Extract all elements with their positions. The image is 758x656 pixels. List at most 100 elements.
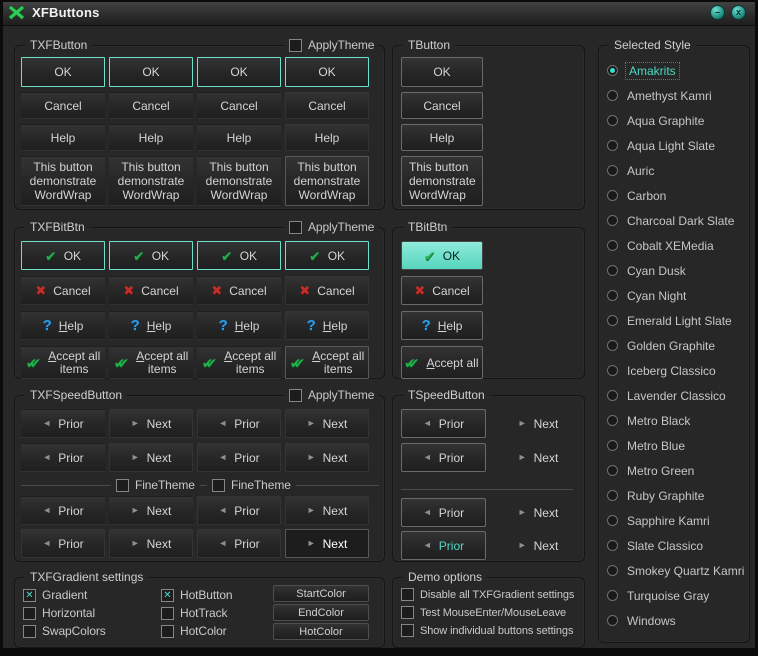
prior-speedbutton[interactable]: ◄Prior (197, 496, 281, 525)
cancel-button[interactable]: Cancel (401, 92, 483, 119)
minimize-button[interactable]: – (710, 5, 725, 20)
style-option[interactable]: Golden Graphite (599, 333, 749, 358)
ok-button[interactable]: OK (401, 57, 483, 87)
gradient-checkbox[interactable]: SwapColors (23, 624, 106, 638)
next-speedbutton[interactable]: ►Next (498, 498, 578, 527)
style-option[interactable]: Aqua Light Slate (599, 133, 749, 158)
cancel-button[interactable]: Cancel (285, 92, 369, 119)
style-option[interactable]: Ruby Graphite (599, 483, 749, 508)
style-option[interactable]: Windows (599, 608, 749, 633)
next-speedbutton[interactable]: ►Next (109, 443, 193, 472)
ok-bitbtn[interactable]: ✔OK (197, 241, 281, 270)
color-button[interactable]: EndColor (273, 604, 369, 621)
ok-bitbtn[interactable]: ✔OK (109, 241, 193, 270)
style-option[interactable]: Turquoise Gray (599, 583, 749, 608)
help-bitbtn[interactable]: ?Help (21, 311, 105, 340)
gradient-checkbox[interactable]: HotTrack (161, 606, 232, 620)
cancel-button[interactable]: Cancel (21, 92, 105, 119)
prior-speedbutton[interactable]: ◄Prior (197, 529, 281, 558)
wordwrap-button[interactable]: This button demonstrate WordWrap (285, 156, 369, 206)
prior-speedbutton[interactable]: ◄Prior (21, 443, 105, 472)
gradient-checkbox[interactable]: HotButton (161, 588, 232, 602)
cancel-bitbtn[interactable]: ✖Cancel (109, 276, 193, 305)
demo-checkbox[interactable]: Disable all TXFGradient settings (401, 588, 574, 601)
cancel-button[interactable]: Cancel (109, 92, 193, 119)
style-option[interactable]: Smokey Quartz Kamri (599, 558, 749, 583)
style-option[interactable]: Metro Blue (599, 433, 749, 458)
wordwrap-button[interactable]: This button demonstrate WordWrap (197, 156, 281, 206)
cancel-bitbtn[interactable]: ✖Cancel (197, 276, 281, 305)
style-option[interactable]: Metro Black (599, 408, 749, 433)
style-option[interactable]: Slate Classico (599, 533, 749, 558)
demo-checkbox[interactable]: Test MouseEnter/MouseLeave (401, 606, 574, 619)
finetheme-checkbox[interactable]: FineTheme (207, 478, 296, 492)
ok-button[interactable]: OK (285, 57, 369, 87)
title-bar[interactable]: XFButtons – x (0, 0, 758, 26)
prior-speedbutton[interactable]: ◄Prior (401, 443, 486, 472)
help-button[interactable]: Help (285, 124, 369, 151)
prior-speedbutton[interactable]: ◄Prior (401, 498, 486, 527)
applytheme-checkbox[interactable]: ApplyTheme (285, 220, 378, 234)
prior-speedbutton[interactable]: ◄Prior (21, 529, 105, 558)
next-speedbutton[interactable]: ►Next (285, 529, 369, 558)
close-button[interactable]: x (731, 5, 746, 20)
style-option[interactable]: Auric (599, 158, 749, 183)
next-speedbutton[interactable]: ►Next (109, 529, 193, 558)
next-speedbutton[interactable]: ►Next (109, 496, 193, 525)
help-bitbtn[interactable]: ?Help (109, 311, 193, 340)
style-option[interactable]: Sapphire Kamri (599, 508, 749, 533)
prior-speedbutton[interactable]: ◄Prior (197, 443, 281, 472)
gradient-checkbox[interactable]: Gradient (23, 588, 106, 602)
next-speedbutton[interactable]: ►Next (109, 409, 193, 438)
cancel-button[interactable]: Cancel (197, 92, 281, 119)
wordwrap-button[interactable]: This button demonstrate WordWrap (109, 156, 193, 206)
accept-bitbtn[interactable]: ✔✔Accept allitems (197, 346, 281, 379)
cancel-bitbtn[interactable]: ✖Cancel (285, 276, 369, 305)
accept-bitbtn[interactable]: ✔✔Accept allitems (109, 346, 193, 379)
help-button[interactable]: Help (197, 124, 281, 151)
next-speedbutton[interactable]: ►Next (498, 531, 578, 560)
next-speedbutton[interactable]: ►Next (498, 409, 578, 438)
finetheme-checkbox[interactable]: FineTheme (111, 478, 200, 492)
style-option[interactable]: Charcoal Dark Slate (599, 208, 749, 233)
color-button[interactable]: StartColor (273, 585, 369, 602)
help-bitbtn[interactable]: ?Help (401, 311, 483, 340)
style-option[interactable]: Cobalt XEMedia (599, 233, 749, 258)
prior-speedbutton[interactable]: ◄Prior (21, 409, 105, 438)
style-option[interactable]: Amethyst Kamri (599, 83, 749, 108)
ok-button[interactable]: OK (21, 57, 105, 87)
style-option[interactable]: Cyan Dusk (599, 258, 749, 283)
style-option[interactable]: Cyan Night (599, 283, 749, 308)
accept-bitbtn[interactable]: ✔✔Accept allitems (21, 346, 105, 379)
prior-speedbutton[interactable]: ◄Prior (21, 496, 105, 525)
wordwrap-button[interactable]: This button demonstrate WordWrap (21, 156, 105, 206)
cancel-bitbtn[interactable]: ✖Cancel (401, 276, 483, 305)
wordwrap-button[interactable]: This button demonstrate WordWrap (401, 156, 483, 206)
next-speedbutton[interactable]: ►Next (498, 443, 578, 472)
style-option[interactable]: Aqua Graphite (599, 108, 749, 133)
help-bitbtn[interactable]: ?Help (197, 311, 281, 340)
ok-bitbtn[interactable]: ✔OK (401, 241, 483, 270)
ok-bitbtn[interactable]: ✔OK (285, 241, 369, 270)
prior-speedbutton[interactable]: ◄Prior (197, 409, 281, 438)
next-speedbutton[interactable]: ►Next (285, 496, 369, 525)
applytheme-checkbox[interactable]: ApplyTheme (285, 38, 378, 52)
style-option[interactable]: Amakrits (599, 58, 749, 83)
prior-speedbutton[interactable]: ◄Prior (401, 409, 486, 438)
style-option[interactable]: Carbon (599, 183, 749, 208)
style-option[interactable]: Metro Green (599, 458, 749, 483)
style-option[interactable]: Emerald Light Slate (599, 308, 749, 333)
ok-button[interactable]: OK (197, 57, 281, 87)
prior-speedbutton[interactable]: ◄Prior (401, 531, 486, 560)
help-button[interactable]: Help (401, 124, 483, 151)
help-button[interactable]: Help (109, 124, 193, 151)
color-button[interactable]: HotColor (273, 623, 369, 640)
gradient-checkbox[interactable]: Horizontal (23, 606, 106, 620)
style-option[interactable]: Iceberg Classico (599, 358, 749, 383)
applytheme-checkbox[interactable]: ApplyTheme (285, 388, 378, 402)
gradient-checkbox[interactable]: HotColor (161, 624, 232, 638)
demo-checkbox[interactable]: Show individual buttons settings (401, 624, 574, 637)
accept-bitbtn[interactable]: ✔✔Accept all items (401, 346, 483, 379)
cancel-bitbtn[interactable]: ✖Cancel (21, 276, 105, 305)
style-option[interactable]: Lavender Classico (599, 383, 749, 408)
